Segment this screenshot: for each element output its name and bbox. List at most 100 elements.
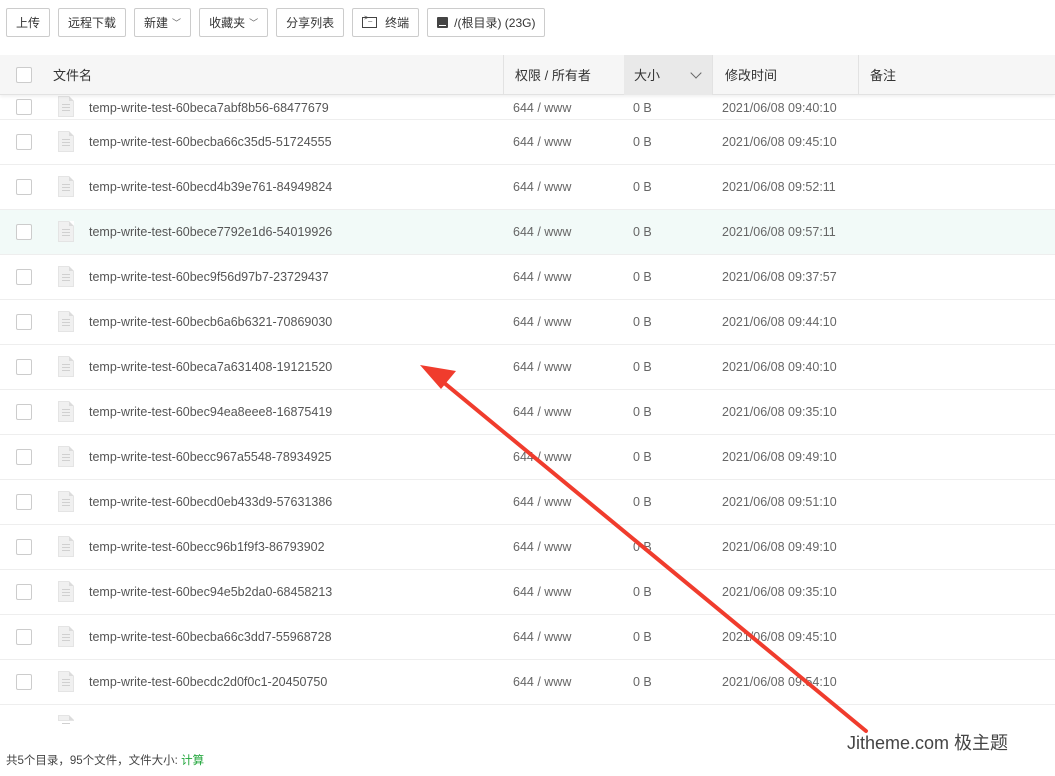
file-modified-time: 2021/06/08 09:40:10 xyxy=(722,360,837,374)
row-checkbox[interactable] xyxy=(16,629,32,645)
file-name[interactable]: temp-write-test-60becdc2d0f0c1-20450750 xyxy=(89,675,327,689)
row-checkbox[interactable] xyxy=(16,449,32,465)
table-row[interactable]: temp-write-test-60becdc2d0f0c1-20450750 6… xyxy=(0,660,1055,705)
file-permission[interactable]: 644 / www xyxy=(513,101,571,115)
chevron-down-icon: ﹀ xyxy=(172,18,182,28)
file-modified-time: 2021/06/08 09:49:10 xyxy=(722,450,837,464)
file-modified-time: 2021/06/08 09:54:10 xyxy=(722,675,837,689)
file-permission[interactable]: 644 / www xyxy=(513,135,571,149)
table-row[interactable]: temp-write-test-60bec94e5b2da0-68458213 6… xyxy=(0,570,1055,615)
header-modified-time[interactable]: 修改时间 xyxy=(712,55,858,95)
file-name[interactable]: temp-write-test-60becb6a6b6321-70869030 xyxy=(89,315,332,329)
table-row[interactable]: temp-write-test-60becd4b39e761-84949824 6… xyxy=(0,165,1055,210)
file-modified-time: 2021/06/08 09:51:10 xyxy=(722,495,837,509)
table-header: 文件名 权限 / 所有者 大小 修改时间 备注 xyxy=(0,55,1055,95)
file-table: 文件名 权限 / 所有者 大小 修改时间 备注 temp-write-test-… xyxy=(0,55,1055,725)
file-permission[interactable]: 644 / www xyxy=(513,630,571,644)
row-checkbox[interactable] xyxy=(16,584,32,600)
file-name[interactable]: temp-write-test-60becd0eb433d9-57631386 xyxy=(89,495,332,509)
file-name[interactable]: temp-write-test-60becc967a5548-78934925 xyxy=(89,450,332,464)
file-permission[interactable]: 644 / www xyxy=(513,675,571,689)
file-permission[interactable]: 644 / www xyxy=(513,180,571,194)
toolbar: 上传 远程下载 新建﹀ 收藏夹﹀ 分享列表 终端 /(根目录) (23G) xyxy=(0,0,1055,46)
table-row[interactable] xyxy=(0,705,1055,724)
file-size: 0 B xyxy=(633,270,652,284)
select-all-checkbox[interactable] xyxy=(16,67,32,83)
row-checkbox[interactable] xyxy=(16,269,32,285)
new-dropdown-button[interactable]: 新建 ﹀ xyxy=(134,8,192,37)
file-name[interactable]: temp-write-test-60becc96b1f9f3-86793902 xyxy=(89,540,325,554)
table-body: temp-write-test-60beca7abf8b56-68477679 … xyxy=(0,95,1055,724)
file-name[interactable]: temp-write-test-60bece7792e1d6-54019926 xyxy=(89,225,332,239)
table-row[interactable]: temp-write-test-60becba66c35d5-51724555 6… xyxy=(0,120,1055,165)
row-checkbox[interactable] xyxy=(16,404,32,420)
table-row[interactable]: temp-write-test-60beca7a631408-19121520 6… xyxy=(0,345,1055,390)
file-modified-time: 2021/06/08 09:44:10 xyxy=(722,315,837,329)
row-checkbox[interactable] xyxy=(16,99,32,115)
file-icon xyxy=(58,491,74,512)
table-row[interactable]: temp-write-test-60bec94ea8eee8-16875419 6… xyxy=(0,390,1055,435)
header-permission[interactable]: 权限 / 所有者 xyxy=(503,55,623,95)
row-checkbox[interactable] xyxy=(16,314,32,330)
row-checkbox[interactable] xyxy=(16,494,32,510)
directory-summary: 共5个目录，95个文件，文件大小: 计算 xyxy=(6,755,205,767)
file-icon xyxy=(58,715,74,724)
file-permission[interactable]: 644 / www xyxy=(513,585,571,599)
file-name[interactable]: temp-write-test-60bec94ea8eee8-16875419 xyxy=(89,405,332,419)
row-checkbox[interactable] xyxy=(16,224,32,240)
table-row[interactable]: temp-write-test-60bec9f56d97b7-23729437 6… xyxy=(0,255,1055,300)
file-name[interactable]: temp-write-test-60bec94e5b2da0-68458213 xyxy=(89,585,332,599)
file-icon xyxy=(58,446,74,467)
file-icon xyxy=(58,536,74,557)
header-size[interactable]: 大小 xyxy=(624,55,712,95)
file-size: 0 B xyxy=(633,630,652,644)
terminal-button[interactable]: 终端 xyxy=(352,8,420,37)
file-permission[interactable]: 644 / www xyxy=(513,225,571,239)
header-filename[interactable]: 文件名 xyxy=(53,55,92,95)
file-name[interactable]: temp-write-test-60bec9f56d97b7-23729437 xyxy=(89,270,329,284)
file-permission[interactable]: 644 / www xyxy=(513,360,571,374)
file-name[interactable]: temp-write-test-60beca7a631408-19121520 xyxy=(89,360,332,374)
file-modified-time: 2021/06/08 09:57:11 xyxy=(722,225,836,239)
row-checkbox[interactable] xyxy=(16,134,32,150)
file-name[interactable]: temp-write-test-60becd4b39e761-84949824 xyxy=(89,180,332,194)
table-row[interactable]: temp-write-test-60becd0eb433d9-57631386 6… xyxy=(0,480,1055,525)
file-size: 0 B xyxy=(633,450,652,464)
file-modified-time: 2021/06/08 09:35:10 xyxy=(722,585,837,599)
file-permission[interactable]: 644 / www xyxy=(513,540,571,554)
row-checkbox[interactable] xyxy=(16,539,32,555)
file-modified-time: 2021/06/08 09:37:57 xyxy=(722,270,837,284)
file-modified-time: 2021/06/08 09:52:11 xyxy=(722,180,836,194)
table-row[interactable]: temp-write-test-60becba66c3dd7-55968728 6… xyxy=(0,615,1055,660)
row-checkbox[interactable] xyxy=(16,359,32,375)
disk-icon xyxy=(437,17,449,28)
calculate-size-link[interactable]: 计算 xyxy=(181,755,204,767)
file-size: 0 B xyxy=(633,360,652,374)
upload-button[interactable]: 上传 xyxy=(6,8,51,37)
file-size: 0 B xyxy=(633,180,652,194)
file-permission[interactable]: 644 / www xyxy=(513,405,571,419)
table-row[interactable]: temp-write-test-60bece7792e1d6-54019926 6… xyxy=(0,210,1055,255)
file-name[interactable]: temp-write-test-60beca7abf8b56-68477679 xyxy=(89,101,329,115)
file-icon xyxy=(58,626,74,647)
table-row[interactable]: temp-write-test-60becc96b1f9f3-86793902 6… xyxy=(0,525,1055,570)
file-icon xyxy=(58,221,74,242)
file-name[interactable]: temp-write-test-60becba66c35d5-51724555 xyxy=(89,135,332,149)
chevron-down-icon: ﹀ xyxy=(249,18,259,28)
file-modified-time: 2021/06/08 09:35:10 xyxy=(722,405,837,419)
share-list-button[interactable]: 分享列表 xyxy=(276,8,345,37)
row-checkbox[interactable] xyxy=(16,674,32,690)
disk-root-button[interactable]: /(根目录) (23G) xyxy=(427,8,546,37)
remote-download-button[interactable]: 远程下载 xyxy=(58,8,127,37)
table-row[interactable]: temp-write-test-60becb6a6b6321-70869030 6… xyxy=(0,300,1055,345)
file-permission[interactable]: 644 / www xyxy=(513,315,571,329)
favorites-dropdown-button[interactable]: 收藏夹 ﹀ xyxy=(199,8,269,37)
row-checkbox[interactable] xyxy=(16,179,32,195)
file-permission[interactable]: 644 / www xyxy=(513,450,571,464)
file-permission[interactable]: 644 / www xyxy=(513,270,571,284)
table-row[interactable]: temp-write-test-60becc967a5548-78934925 6… xyxy=(0,435,1055,480)
file-size: 0 B xyxy=(633,675,652,689)
header-note[interactable]: 备注 xyxy=(858,55,896,95)
file-permission[interactable]: 644 / www xyxy=(513,495,571,509)
file-name[interactable]: temp-write-test-60becba66c3dd7-55968728 xyxy=(89,630,332,644)
